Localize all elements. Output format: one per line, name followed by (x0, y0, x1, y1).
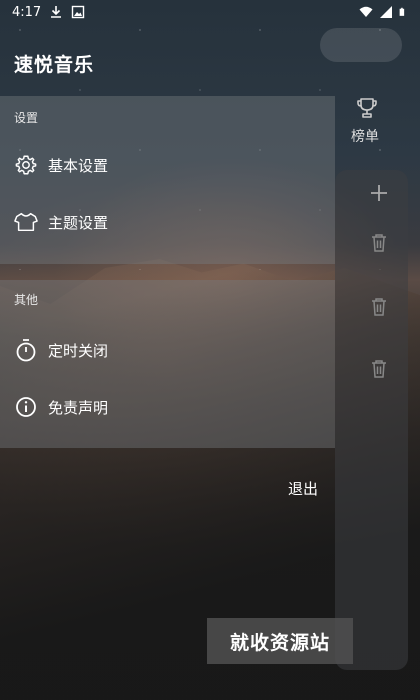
gear-icon (14, 153, 38, 177)
info-icon (14, 395, 38, 419)
status-time: 4:17 (12, 4, 42, 20)
menu-item-disclaimer[interactable]: 免责声明 (0, 385, 335, 429)
trash-icon[interactable] (368, 296, 390, 318)
menu-item-sleep-timer[interactable]: 定时关闭 (0, 328, 335, 372)
status-right (359, 5, 408, 19)
signal-icon (380, 6, 392, 18)
app-title: 速悦音乐 (14, 54, 95, 76)
watermark: 就收资源站 (207, 618, 353, 664)
image-icon (72, 5, 85, 19)
plus-icon[interactable] (368, 182, 390, 204)
status-left: 4:17 (12, 5, 85, 20)
trophy-icon[interactable] (355, 96, 379, 120)
status-bar: 4:17 (0, 0, 420, 24)
settings-section-title: 设置 (14, 111, 39, 125)
shirt-icon (14, 210, 38, 234)
download-icon (51, 6, 62, 18)
menu-item-label: 基本设置 (48, 156, 109, 175)
wifi-icon (359, 6, 373, 17)
watermark-text: 就收资源站 (229, 631, 330, 654)
menu-item-label: 主题设置 (48, 213, 109, 232)
settings-card: 设置 基本设置 主题设置 (0, 96, 335, 264)
others-section-title: 其他 (14, 293, 39, 307)
navigation-drawer: 速悦音乐 设置 基本设置 主题设置 其他 定时关闭 免责声明 退出 (0, 0, 335, 700)
menu-item-label: 免责声明 (48, 398, 109, 417)
menu-item-theme-settings[interactable]: 主题设置 (0, 200, 335, 244)
trash-icon[interactable] (368, 232, 390, 254)
timer-icon (14, 338, 38, 362)
rank-label[interactable]: 榜单 (351, 126, 379, 146)
others-card: 其他 定时关闭 免责声明 (0, 280, 335, 448)
menu-item-basic-settings[interactable]: 基本设置 (0, 143, 335, 187)
logout-button[interactable]: 退出 (288, 478, 318, 499)
trash-icon[interactable] (368, 358, 390, 380)
menu-item-label: 定时关闭 (48, 341, 109, 360)
battery-icon (399, 7, 405, 16)
